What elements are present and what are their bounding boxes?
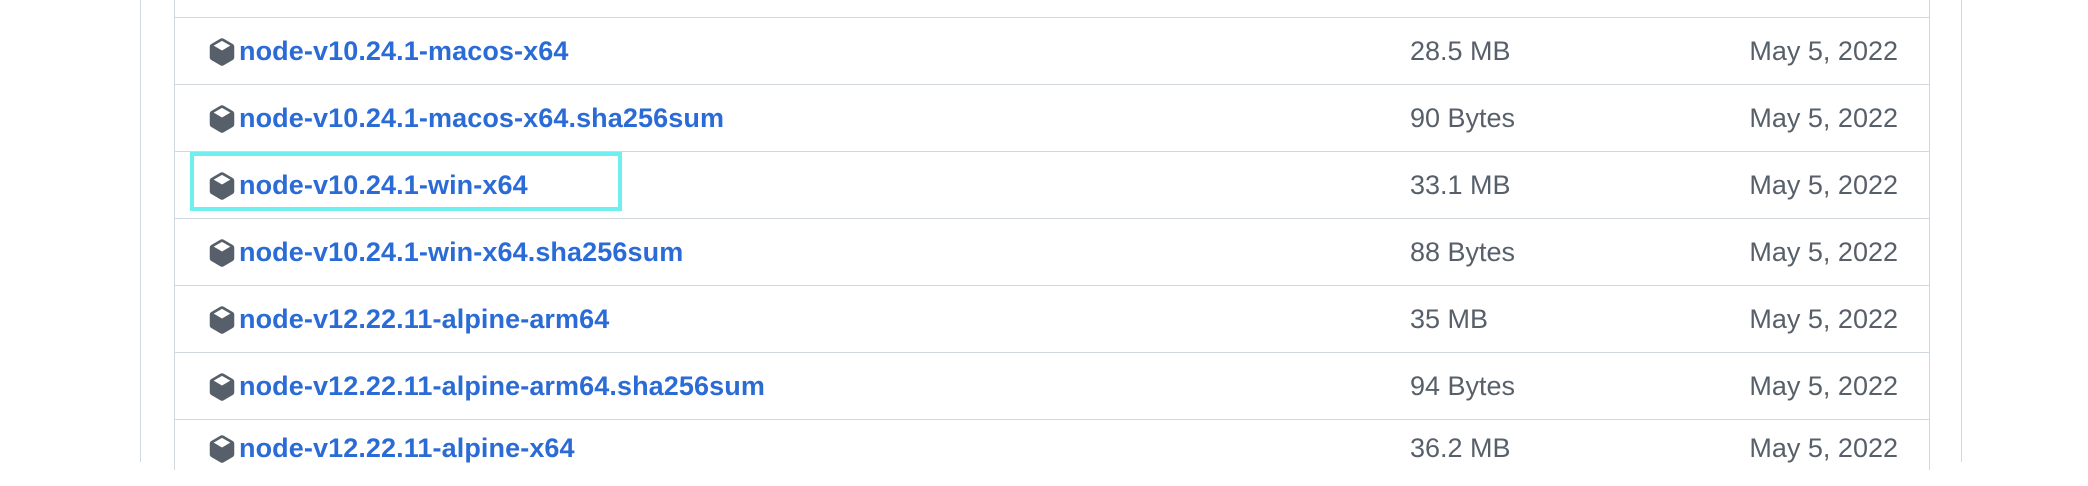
asset-row: node-v10.24.1-macos-x64.sha256sum 90 Byt… <box>174 84 1930 151</box>
asset-date: May 5, 2022 <box>1749 36 1898 66</box>
asset-name: node-v10.24.1-macos-x64 <box>239 36 569 66</box>
package-icon <box>208 36 236 68</box>
asset-size: 36.2 MB <box>1410 433 1511 463</box>
asset-row: node-v10.24.1-win-x64.sha256sum 88 Bytes… <box>174 218 1930 285</box>
asset-date: May 5, 2022 <box>1749 304 1898 334</box>
asset-link[interactable]: node-v12.22.11-alpine-x64 <box>208 415 575 482</box>
asset-row: node-v12.22.11-alpine-x64 36.2 MB May 5,… <box>174 419 1930 486</box>
asset-date: May 5, 2022 <box>1749 371 1898 401</box>
package-icon <box>208 103 236 135</box>
asset-name: node-v10.24.1-win-x64 <box>239 170 528 200</box>
asset-row: node-v10.24.1-win-x64 33.1 MB May 5, 202… <box>174 151 1930 218</box>
package-icon <box>208 371 236 403</box>
package-icon <box>208 237 236 269</box>
asset-link[interactable]: node-v12.22.11-alpine-arm64 <box>208 286 609 353</box>
asset-name: node-v12.22.11-alpine-arm64 <box>239 304 610 334</box>
asset-row: node-v12.22.11-alpine-arm64.sha256sum 94… <box>174 352 1930 419</box>
package-icon <box>208 304 236 336</box>
asset-link[interactable]: node-v10.24.1-win-x64.sha256sum <box>208 219 683 286</box>
asset-size: 33.1 MB <box>1410 170 1511 200</box>
asset-size: 88 Bytes <box>1410 237 1516 267</box>
asset-size: 90 Bytes <box>1410 103 1516 133</box>
asset-row: node-v12.22.11-alpine-arm64 35 MB May 5,… <box>174 285 1930 352</box>
asset-name: node-v10.24.1-win-x64.sha256sum <box>239 237 684 267</box>
asset-size: 28.5 MB <box>1410 36 1511 66</box>
asset-date: May 5, 2022 <box>1749 170 1898 200</box>
asset-date: May 5, 2022 <box>1749 433 1898 463</box>
package-icon <box>208 433 236 465</box>
asset-size: 94 Bytes <box>1410 371 1516 401</box>
asset-date: May 5, 2022 <box>1749 237 1898 267</box>
asset-name: node-v12.22.11-alpine-x64 <box>239 433 575 463</box>
asset-name: node-v12.22.11-alpine-arm64.sha256sum <box>239 371 765 401</box>
asset-link[interactable]: node-v12.22.11-alpine-arm64.sha256sum <box>208 353 765 420</box>
asset-name: node-v10.24.1-macos-x64.sha256sum <box>239 103 725 133</box>
asset-link[interactable]: node-v10.24.1-macos-x64 <box>208 18 568 85</box>
asset-date: May 5, 2022 <box>1749 103 1898 133</box>
asset-link[interactable]: node-v10.24.1-win-x64 <box>208 152 528 219</box>
asset-link[interactable]: node-v10.24.1-macos-x64.sha256sum <box>208 85 724 152</box>
asset-row: node-v10.24.1-macos-x64 28.5 MB May 5, 2… <box>174 17 1930 84</box>
package-icon <box>208 170 236 202</box>
asset-size: 35 MB <box>1410 304 1489 334</box>
